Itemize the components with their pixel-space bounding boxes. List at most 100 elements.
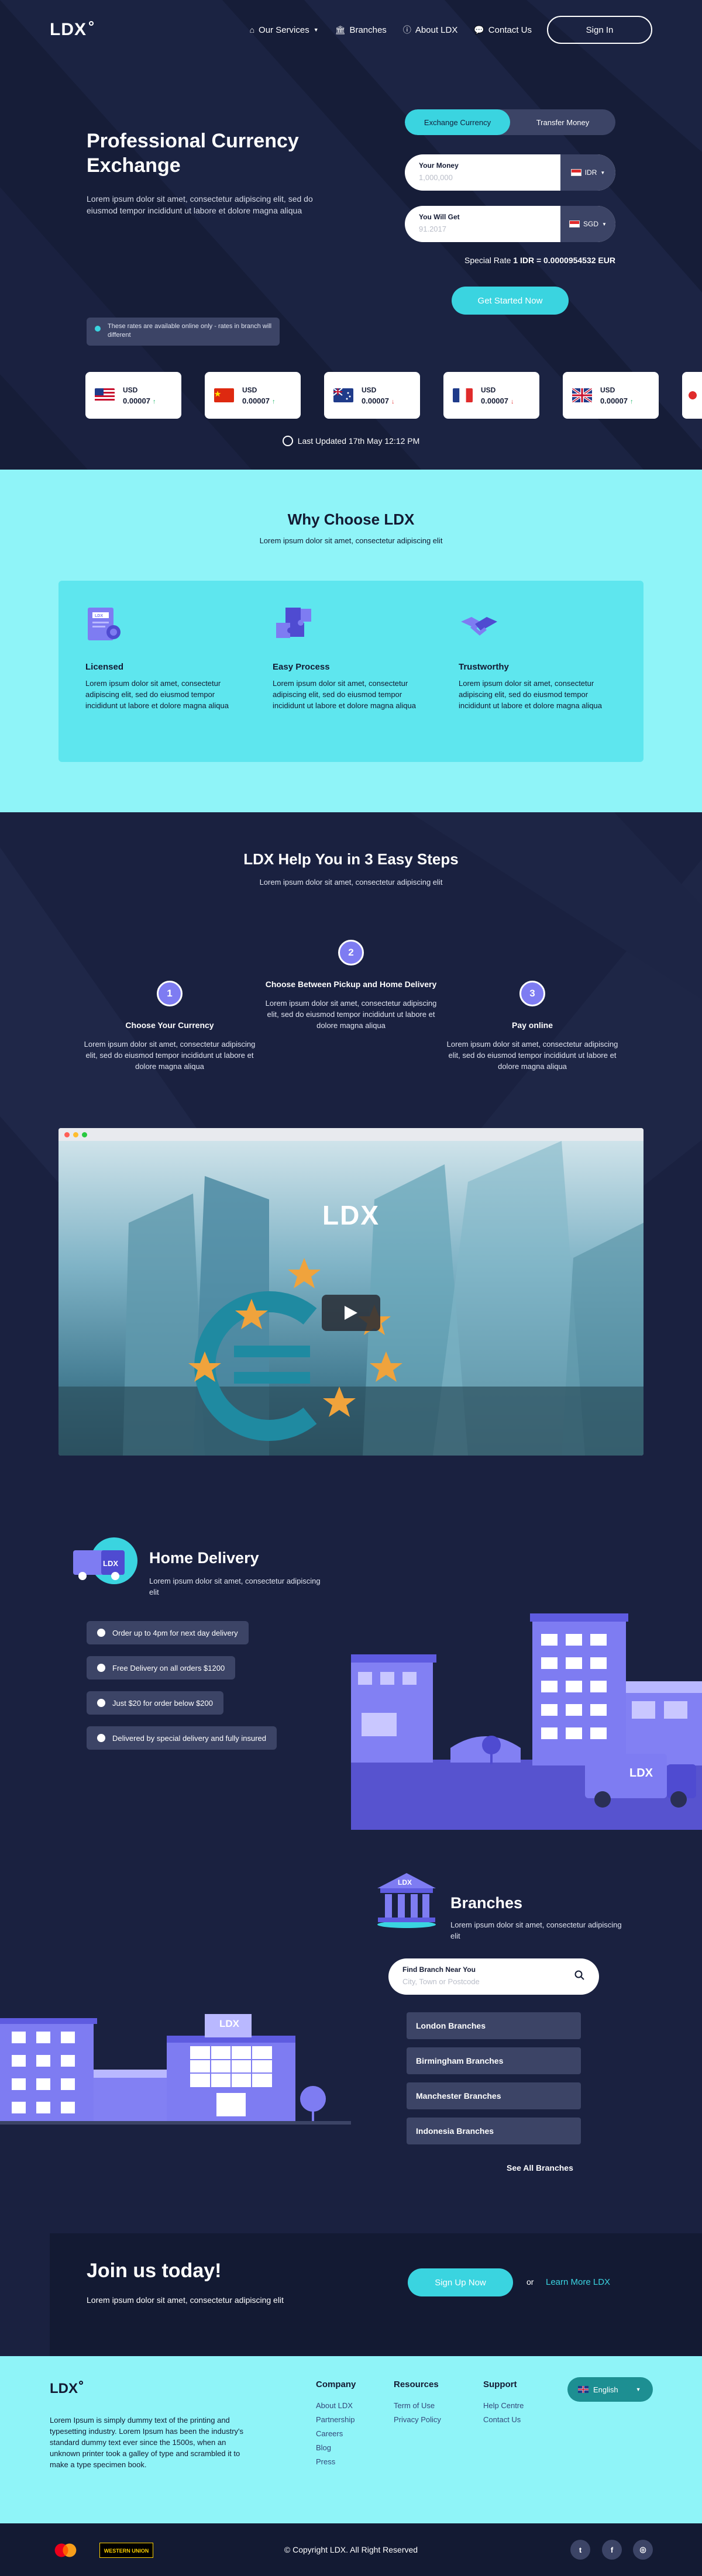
nav-links: ⌂ Our Services ▼ 🏛 Branches ⓘ About LDX … [250,24,532,36]
tab-exchange-currency[interactable]: Exchange Currency [405,109,510,135]
bank-badge-text: LDX [398,1878,412,1887]
maximize-dot-icon [82,1132,87,1137]
rate-card[interactable]: USD 0.00007 ↑ [85,372,181,419]
china-flag-icon [214,388,234,402]
footer-link[interactable]: Press [316,2457,356,2466]
footer-link[interactable]: Careers [316,2429,356,2438]
video-player[interactable]: LDX [58,1128,644,1456]
exchange-tabs: Exchange Currency Transfer Money [405,109,615,135]
rate-card[interactable]: USD 0.00007 ↓ [443,372,539,419]
footer-link[interactable]: Contact Us [483,2415,524,2424]
currency-select-to[interactable]: SGD ▼ [560,206,615,242]
delivery-point: Just $20 for order below $200 [87,1691,223,1715]
footer-column-title: Company [316,2380,356,2389]
arrow-up-icon: ↑ [630,398,634,405]
footer-link[interactable]: Privacy Policy [394,2415,441,2424]
chat-icon: 💬 [474,25,484,35]
delivery-point: Free Delivery on all orders $1200 [87,1656,236,1680]
footer-link[interactable]: About LDX [316,2401,356,2410]
browser-bar [58,1128,644,1141]
nav-label: Contact Us [488,25,532,35]
nav-contact[interactable]: 💬 Contact Us [474,25,532,35]
rate-card[interactable]: USD 0.00007 ↑ [563,372,659,419]
sign-up-button[interactable]: Sign Up Now [408,2268,513,2296]
twitter-icon[interactable]: t [570,2540,590,2560]
see-all-branches-link[interactable]: See All Branches [507,2163,573,2172]
branch-item-birmingham[interactable]: Birmingham Branches [407,2047,581,2074]
your-money-input[interactable]: 1,000,000 [419,173,459,182]
notice-text: These rates are available online only - … [108,323,272,339]
your-money-field[interactable]: Your Money 1,000,000 IDR ▼ [405,154,615,191]
arrow-down-icon: ↓ [391,398,395,405]
search-icon[interactable] [574,1970,585,1981]
feature-text: Lorem ipsum dolor sit amet, consectetur … [459,679,603,710]
footer-link[interactable]: Partnership [316,2415,356,2424]
or-text: or [526,2277,534,2287]
instagram-icon[interactable]: ◎ [633,2540,653,2560]
footer-link[interactable]: Term of Use [394,2401,441,2410]
france-flag-icon [453,388,473,402]
footer-column-support: Support Help Centre Contact Us [483,2380,524,2429]
uk-flag-icon [572,388,592,402]
step-text: Lorem ipsum dolor sit amet, consectetur … [446,1040,618,1071]
feature-trustworthy: Trustworthy Lorem ipsum dolor sit amet, … [459,604,617,711]
ldx-logo[interactable]: LDX [50,20,94,40]
rate-currency: USD [600,385,615,394]
branch-search-field[interactable]: Find Branch Near You City, Town or Postc… [388,1958,599,1995]
rate-currency: USD [242,385,257,394]
rate-card[interactable]: USD 0.00007 ↑ [205,372,301,419]
bullet-icon [97,1699,105,1707]
sign-in-button[interactable]: Sign In [547,16,652,44]
chevron-down-icon: ▼ [635,2387,641,2392]
uk-flag-icon [578,2386,589,2393]
nav-about[interactable]: ⓘ About LDX [403,24,458,36]
you-will-get-input[interactable]: 91.2017 [419,225,460,233]
nav-branches[interactable]: 🏛 Branches [335,25,387,35]
you-will-get-label: You Will Get [419,213,460,221]
footer-link[interactable]: Help Centre [483,2401,524,2410]
feature-text: Lorem ipsum dolor sit amet, consectetur … [273,679,417,710]
nav-our-services[interactable]: ⌂ Our Services ▼ [250,25,319,35]
footer-logo[interactable]: LDX [50,2381,83,2397]
japan-flag-icon [686,388,700,402]
rates-notice: These rates are available online only - … [87,318,280,346]
language-select[interactable]: English ▼ [567,2377,653,2402]
branch-item-manchester[interactable]: Manchester Branches [407,2082,581,2109]
play-button[interactable] [322,1295,380,1331]
rate-value: 0.00007 [242,396,270,405]
special-rate: Special Rate 1 IDR = 0.0000954532 EUR [405,256,615,265]
feature-title: Licensed [85,662,124,672]
handshake-icon [461,617,497,636]
nav-label: Our Services [259,25,309,35]
rate-currency: USD [362,385,377,394]
step-2: 2 Choose Between Pickup and Home Deliver… [263,940,439,1031]
rate-card-partial[interactable] [682,372,702,419]
footer-column-company: Company About LDX Partnership Careers Bl… [316,2380,356,2471]
rate-card[interactable]: USD 0.00007 ↓ [324,372,420,419]
you-will-get-field[interactable]: You Will Get 91.2017 SGD ▼ [405,206,615,242]
branch-search-input[interactable]: City, Town or Postcode [402,1977,585,1986]
nav-label: About LDX [415,25,458,35]
learn-more-link[interactable]: Learn More LDX [546,2277,610,2287]
special-rate-label: Special Rate [464,256,511,265]
step-text: Lorem ipsum dolor sit amet, consectetur … [84,1040,256,1071]
branches-section: LDX Branches Lorem ipsum dolor sit amet,… [0,1853,702,2233]
feature-title: Trustworthy [459,662,509,672]
footer-column-resources: Resources Term of Use Privacy Policy [394,2380,441,2429]
join-section: Join us today! Lorem ipsum dolor sit ame… [0,2233,702,2356]
footer-link[interactable]: Blog [316,2443,356,2452]
currency-select-from[interactable]: IDR ▼ [560,154,615,191]
rate-value: 0.00007 [123,396,150,405]
get-started-button[interactable]: Get Started Now [452,287,569,315]
hero-section: LDX ⌂ Our Services ▼ 🏛 Branches ⓘ About … [0,0,702,470]
branch-item-indonesia[interactable]: Indonesia Branches [407,2118,581,2144]
facebook-icon[interactable]: f [602,2540,622,2560]
delivery-point-text: Just $20 for order below $200 [112,1698,213,1708]
step-number: 2 [338,940,364,965]
feature-easy-process: Easy Process Lorem ipsum dolor sit amet,… [273,604,431,711]
puzzle-icon [276,608,311,638]
tab-transfer-money[interactable]: Transfer Money [510,109,615,135]
footer-bottom-bar: WESTERN UNION © Copyright LDX. All Right… [0,2523,702,2576]
minimize-dot-icon [73,1132,78,1137]
branch-item-london[interactable]: London Branches [407,2012,581,2039]
